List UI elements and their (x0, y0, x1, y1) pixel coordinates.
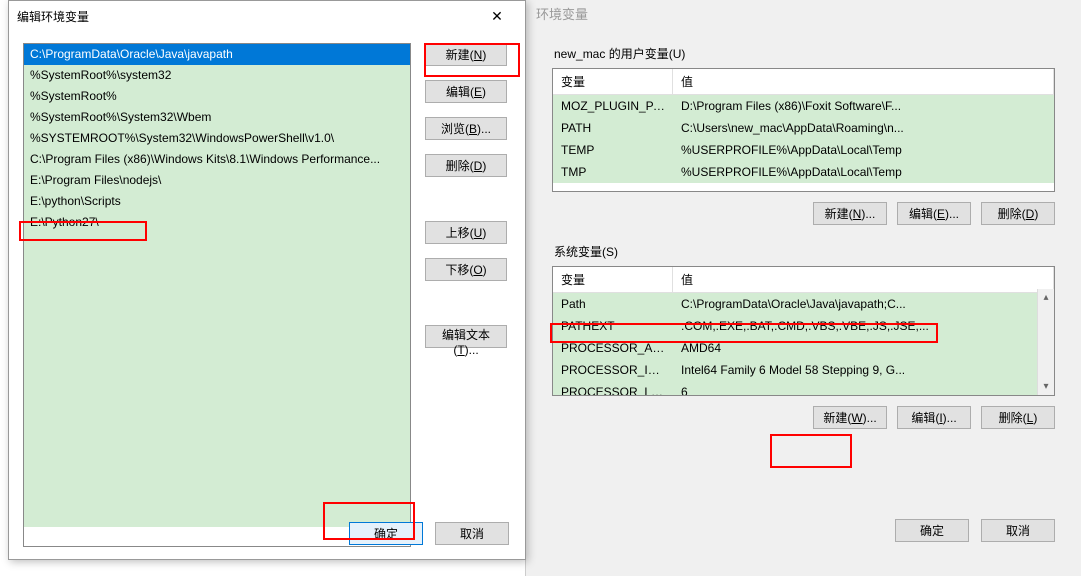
path-row-empty (24, 275, 410, 296)
path-row[interactable]: %SYSTEMROOT%\System32\WindowsPowerShell\… (24, 128, 410, 149)
table-row[interactable]: MOZ_PLUGIN_PA...D:\Program Files (x86)\F… (553, 95, 1054, 117)
table-row[interactable]: PathC:\ProgramData\Oracle\Java\javapath;… (553, 293, 1054, 315)
path-row[interactable]: E:\python\Scripts (24, 191, 410, 212)
path-row[interactable]: C:\Program Files (x86)\Windows Kits\8.1\… (24, 149, 410, 170)
sys-new-button[interactable]: 新建(W)... (813, 406, 887, 429)
var-name: TMP (553, 162, 673, 182)
path-row-empty (24, 359, 410, 380)
parent-title: 环境变量 (526, 0, 1081, 27)
table-row[interactable]: TMP%USERPROFILE%\AppData\Local\Temp (553, 161, 1054, 183)
user-new-button[interactable]: 新建(N)... (813, 202, 887, 225)
path-row[interactable]: C:\ProgramData\Oracle\Java\javapath (24, 44, 410, 65)
user-vars-table[interactable]: 变量 值 MOZ_PLUGIN_PA...D:\Program Files (x… (552, 68, 1055, 192)
table-row[interactable]: PROCESSOR_AR...AMD64 (553, 337, 1054, 359)
moveup-button[interactable]: 上移(U) (425, 221, 507, 244)
col-name-header: 变量 (553, 267, 673, 292)
var-name: TEMP (553, 140, 673, 160)
new-button[interactable]: 新建(N) (425, 43, 507, 66)
col-name-header: 变量 (553, 69, 673, 94)
var-name: PROCESSOR_IDE... (553, 360, 673, 380)
var-value: AMD64 (673, 338, 1054, 358)
var-name: PATH (553, 118, 673, 138)
env-var-parent-window: 环境变量 new_mac 的用户变量(U) 变量 值 MOZ_PLUGIN_PA… (525, 0, 1081, 576)
col-value-header: 值 (673, 267, 1054, 292)
delete-button[interactable]: 删除(D) (425, 154, 507, 177)
col-value-header: 值 (673, 69, 1054, 94)
path-row-empty (24, 464, 410, 485)
path-row-empty (24, 485, 410, 506)
browse-button[interactable]: 浏览(B)... (425, 117, 507, 140)
parent-cancel-button[interactable]: 取消 (981, 519, 1055, 542)
path-row-empty (24, 338, 410, 359)
user-delete-button[interactable]: 删除(D) (981, 202, 1055, 225)
var-value: D:\Program Files (x86)\Foxit Software\F.… (673, 96, 1054, 116)
var-value: C:\ProgramData\Oracle\Java\javapath;C... (673, 294, 1054, 314)
path-row[interactable]: %SystemRoot%\System32\Wbem (24, 107, 410, 128)
path-row-empty (24, 233, 410, 254)
scrollbar[interactable]: ▴ ▾ (1037, 289, 1054, 395)
var-value: C:\Users\new_mac\AppData\Roaming\n... (673, 118, 1054, 138)
path-row-empty (24, 317, 410, 338)
var-value: 6 (673, 382, 1054, 397)
sys-vars-table[interactable]: 变量 值 PathC:\ProgramData\Oracle\Java\java… (552, 266, 1055, 396)
path-row-empty (24, 380, 410, 401)
table-row[interactable]: PATHC:\Users\new_mac\AppData\Roaming\n..… (553, 117, 1054, 139)
var-value: %USERPROFILE%\AppData\Local\Temp (673, 140, 1054, 160)
cancel-button[interactable]: 取消 (435, 522, 509, 545)
table-row[interactable]: PROCESSOR_LEV...6 (553, 381, 1054, 396)
var-value: .COM;.EXE;.BAT;.CMD;.VBS;.VBE;.JS;.JSE;.… (673, 316, 1054, 336)
scroll-up-icon[interactable]: ▴ (1038, 289, 1054, 306)
edit-env-var-dialog: 编辑环境变量 ✕ C:\ProgramData\Oracle\Java\java… (8, 0, 526, 560)
path-row[interactable]: %SystemRoot% (24, 86, 410, 107)
table-row[interactable]: PATHEXT.COM;.EXE;.BAT;.CMD;.VBS;.VBE;.JS… (553, 315, 1054, 337)
sys-edit-button[interactable]: 编辑(I)... (897, 406, 971, 429)
path-row-empty (24, 443, 410, 464)
var-name: MOZ_PLUGIN_PA... (553, 96, 673, 116)
scroll-down-icon[interactable]: ▾ (1038, 378, 1054, 395)
path-list[interactable]: C:\ProgramData\Oracle\Java\javapath%Syst… (23, 43, 411, 547)
sys-vars-label: 系统变量(S) (554, 243, 1081, 260)
var-name: PATHEXT (553, 316, 673, 336)
path-row-empty (24, 422, 410, 443)
path-row-empty (24, 254, 410, 275)
path-row[interactable]: E:\Program Files\nodejs\ (24, 170, 410, 191)
path-row[interactable]: %SystemRoot%\system32 (24, 65, 410, 86)
table-row[interactable]: PROCESSOR_IDE...Intel64 Family 6 Model 5… (553, 359, 1054, 381)
sys-delete-button[interactable]: 删除(L) (981, 406, 1055, 429)
var-name: Path (553, 294, 673, 314)
close-button[interactable]: ✕ (477, 2, 517, 30)
edittext-button[interactable]: 编辑文本(T)... (425, 325, 507, 348)
user-vars-label: new_mac 的用户变量(U) (554, 45, 1081, 62)
table-header: 变量 值 (553, 69, 1054, 95)
dialog-titlebar[interactable]: 编辑环境变量 ✕ (9, 1, 525, 31)
var-name: PROCESSOR_AR... (553, 338, 673, 358)
movedown-button[interactable]: 下移(O) (425, 258, 507, 281)
var-name: PROCESSOR_LEV... (553, 382, 673, 397)
dialog-title: 编辑环境变量 (17, 8, 89, 25)
ok-button[interactable]: 确定 (349, 522, 423, 545)
parent-ok-button[interactable]: 确定 (895, 519, 969, 542)
table-header: 变量 值 (553, 267, 1054, 293)
table-row[interactable]: TEMP%USERPROFILE%\AppData\Local\Temp (553, 139, 1054, 161)
user-edit-button[interactable]: 编辑(E)... (897, 202, 971, 225)
var-value: %USERPROFILE%\AppData\Local\Temp (673, 162, 1054, 182)
path-row-empty (24, 401, 410, 422)
var-value: Intel64 Family 6 Model 58 Stepping 9, G.… (673, 360, 1054, 380)
path-row[interactable]: E:\Python27\ (24, 212, 410, 233)
edit-button[interactable]: 编辑(E) (425, 80, 507, 103)
close-icon: ✕ (491, 8, 503, 25)
path-row-empty (24, 296, 410, 317)
